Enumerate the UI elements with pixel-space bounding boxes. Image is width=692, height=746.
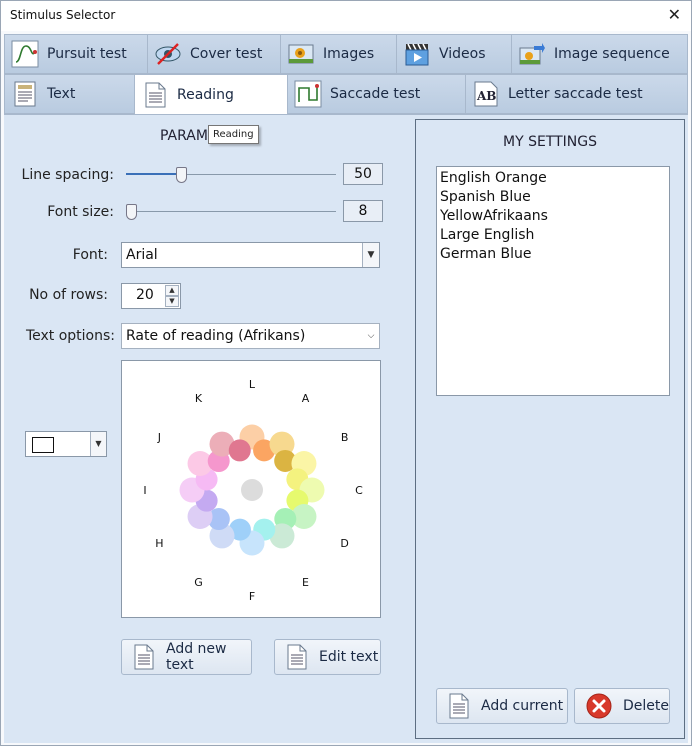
image-icon — [288, 44, 314, 64]
font-size-thumb[interactable] — [126, 204, 137, 220]
tab-image-sequence[interactable]: Image sequence — [511, 34, 688, 74]
tab-label: Letter saccade test — [508, 86, 643, 102]
button-label: Add new text — [166, 641, 227, 673]
add-new-text-button[interactable]: Add new text — [121, 639, 252, 675]
settings-list-item[interactable]: Large English — [440, 226, 666, 245]
button-label: Add current — [481, 698, 564, 714]
font-size-label: Font size: — [47, 204, 114, 220]
wheel-letter: I — [143, 484, 146, 497]
document-icon — [287, 644, 307, 670]
color-swatch — [32, 437, 54, 453]
tab-row-1: Pursuit test Cover test Images Videos Im… — [4, 34, 688, 74]
wheel-letter: D — [340, 537, 348, 550]
line-spacing-value[interactable]: 50 — [343, 163, 383, 185]
tab-row-2: Text Reading Saccade test AB Letter sacc… — [4, 74, 688, 114]
line-spacing-slider[interactable] — [126, 165, 336, 185]
tab-images[interactable]: Images — [280, 34, 397, 74]
text-options-dropdown[interactable]: Rate of reading (Afrikans) ⌵ — [121, 323, 380, 349]
delete-button[interactable]: Delete — [574, 688, 670, 724]
tooltip: Reading — [208, 125, 259, 144]
cover-test-icon — [155, 43, 181, 65]
tab-reading[interactable]: Reading — [134, 74, 288, 114]
wheel-letter: E — [302, 576, 309, 589]
document-icon — [145, 82, 166, 107]
title-bar: Stimulus Selector ✕ — [1, 1, 691, 31]
rows-label: No of rows: — [29, 287, 108, 303]
my-settings-heading: MY SETTINGS — [502, 134, 597, 150]
settings-list-item[interactable]: Spanish Blue — [440, 188, 666, 207]
font-dropdown[interactable]: Arial ▼ — [121, 242, 380, 268]
color-wheel: L A B C D E F G H I J K — [143, 378, 363, 603]
text-options-label: Text options: — [25, 328, 115, 344]
window-title: Stimulus Selector — [10, 8, 116, 22]
saccade-icon — [294, 80, 322, 108]
settings-list[interactable]: English Orange Spanish Blue YellowAfrikaan… — [436, 166, 670, 396]
tab-pursuit-test[interactable]: Pursuit test — [4, 34, 148, 74]
letter-ab-icon: AB — [474, 81, 498, 107]
chevron-down-icon[interactable]: ▼ — [90, 432, 106, 456]
spin-down-icon[interactable]: ▼ — [165, 296, 179, 307]
wheel-letter: F — [249, 590, 255, 603]
rows-value: 20 — [136, 287, 154, 303]
video-icon — [405, 43, 429, 66]
tab-saccade-test[interactable]: Saccade test — [287, 74, 466, 114]
font-label: Font: — [72, 247, 108, 263]
svg-text:AB: AB — [476, 89, 496, 103]
tab-videos[interactable]: Videos — [396, 34, 512, 74]
my-settings-pane: MY SETTINGS English Orange Spanish Blue Ye… — [415, 119, 685, 739]
stimulus-preview: L A B C D E F G H I J K — [121, 360, 381, 618]
stimulus-selector-window: Stimulus Selector ✕ Pursuit test Cover t… — [0, 0, 692, 746]
document-icon — [449, 693, 469, 719]
button-label: Delete — [623, 698, 669, 714]
line-spacing-label: Line spacing: — [21, 167, 114, 183]
settings-list-item[interactable]: English Orange — [440, 169, 666, 188]
button-label: Edit text — [319, 649, 379, 665]
settings-list-item[interactable]: YellowAfrikaans — [440, 207, 666, 226]
line-spacing-thumb[interactable] — [176, 167, 188, 183]
rows-stepper[interactable]: 20 ▲ ▼ — [121, 283, 181, 309]
chevron-down-icon[interactable]: ▼ — [362, 243, 379, 267]
settings-list-item[interactable]: German Blue — [440, 245, 666, 264]
spin-up-icon[interactable]: ▲ — [165, 285, 179, 296]
document-icon — [134, 644, 154, 670]
inner-color-dot — [228, 439, 251, 462]
tab-label: Videos — [439, 46, 486, 62]
tab-label: Pursuit test — [47, 46, 127, 62]
color-picker-dropdown[interactable]: ▼ — [25, 431, 107, 457]
wheel-letter: B — [341, 431, 349, 444]
font-size-value[interactable]: 8 — [343, 200, 383, 222]
tab-text[interactable]: Text — [4, 74, 135, 114]
center-color-dot — [241, 479, 263, 501]
delete-icon — [586, 693, 612, 719]
wheel-letter: A — [302, 392, 310, 405]
edit-text-button[interactable]: Edit text — [274, 639, 381, 675]
wheel-letter: G — [194, 576, 203, 589]
tab-label: Image sequence — [554, 46, 670, 62]
close-icon[interactable]: ✕ — [668, 5, 681, 24]
pursuit-curve-icon — [11, 40, 39, 68]
add-current-button[interactable]: Add current — [436, 688, 568, 724]
chevron-down-icon[interactable]: ⌵ — [363, 324, 379, 348]
wheel-letter: C — [355, 484, 363, 497]
image-sequence-icon — [519, 43, 545, 65]
tab-label: Cover test — [190, 46, 263, 62]
font-selected-value: Arial — [126, 247, 158, 263]
text-options-selected-value: Rate of reading (Afrikans) — [126, 328, 306, 344]
wheel-letter: L — [249, 378, 256, 391]
tab-letter-saccade-test[interactable]: AB Letter saccade test — [465, 74, 688, 114]
tab-label: Reading — [177, 86, 234, 103]
reading-panel: PARAM Line spacing: 50 Font size: 8 Font… — [4, 114, 688, 743]
wheel-letter: H — [155, 537, 163, 550]
tab-label: Images — [323, 46, 375, 62]
wheel-letter: K — [195, 392, 203, 405]
tab-label: Text — [47, 86, 76, 102]
tab-label: Saccade test — [330, 86, 421, 102]
params-heading: PARAM — [160, 128, 208, 144]
font-size-slider[interactable] — [126, 202, 336, 222]
text-document-icon — [14, 81, 36, 107]
tab-cover-test[interactable]: Cover test — [147, 34, 281, 74]
wheel-letter: J — [157, 431, 161, 444]
